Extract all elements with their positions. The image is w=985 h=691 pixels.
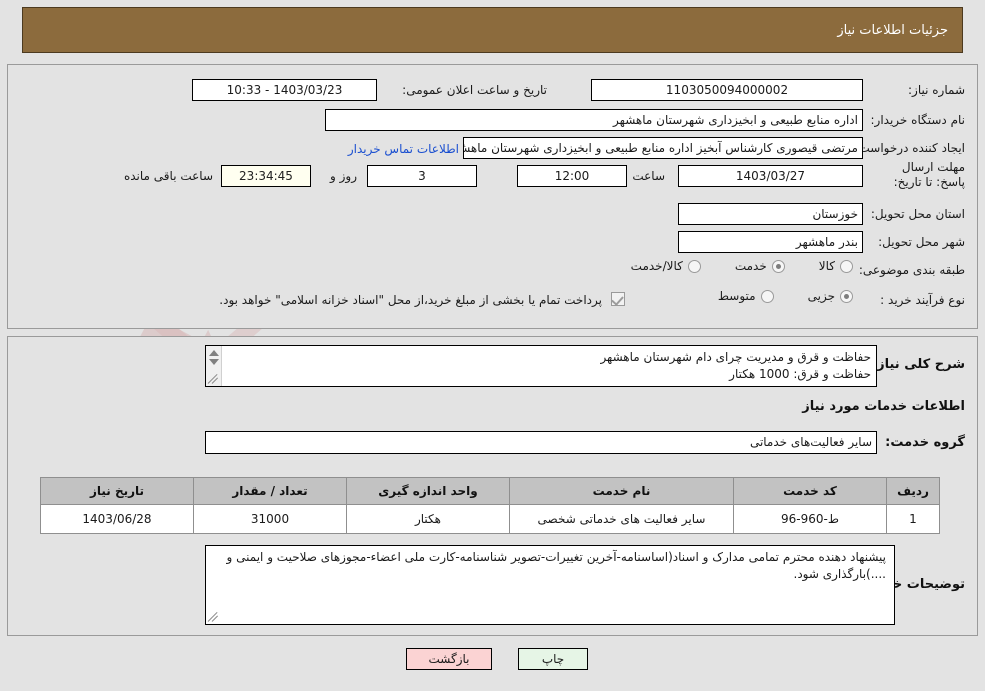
category-option-1[interactable]: خدمت [735, 259, 785, 273]
summary-label: شرح کلی نیاز: [871, 357, 965, 372]
deadline-label: مهلت ارسال پاسخ: تا تاریخ: [893, 160, 965, 189]
process-option-label-0: جزیی [807, 289, 835, 303]
summary-textarea-value: حفاظت و قرق و مدیریت چرای دام شهرستان ما… [600, 350, 871, 381]
process-option-label-1: متوسط [717, 289, 756, 303]
process-option-1[interactable]: متوسط [718, 289, 774, 303]
service-group-value[interactable]: سایر فعالیت‌های خدماتی [205, 431, 877, 454]
buyer-notes-value: پیشنهاد دهنده محترم تمامی مدارک و اسناد(… [226, 550, 886, 581]
deadline-date-value[interactable]: 1403/03/27 [678, 165, 863, 187]
process-label: نوع فرآیند خرید : [880, 293, 965, 307]
category-radio-icon-1[interactable] [771, 259, 785, 273]
remaining-days-label: روز و [330, 169, 357, 183]
category-option-label-2: کالا/خدمت [630, 259, 683, 273]
table-cell-need-date: 1403/06/28 [40, 504, 194, 534]
services-table: ردیف کد خدمت نام خدمت واحد اندازه گیری تعداد… [40, 477, 940, 534]
summary-resize-handle-icon[interactable] [207, 373, 219, 384]
table-row[interactable]: 1 ط-960-96 سایر فعالیت های خدماتی شخصی هکتا… [40, 504, 940, 534]
category-option-label-0: کالا [818, 259, 835, 273]
buyer-notes-resize-handle-icon[interactable] [207, 611, 219, 622]
table-cell-service-name: سایر فعالیت های خدماتی شخصی [509, 504, 734, 534]
process-option-0[interactable]: جزیی [808, 289, 853, 303]
services-section-title: اطلاعات خدمات مورد نیاز [802, 399, 965, 414]
print-button[interactable]: چاپ [518, 648, 588, 670]
category-option-2[interactable]: کالا/خدمت [631, 259, 701, 273]
treasury-note-text: پرداخت تمام یا بخشی از مبلغ خرید،از محل … [219, 293, 602, 307]
remaining-time-countdown: 23:34:45 [221, 165, 311, 187]
deadline-hour-label: ساعت [632, 169, 665, 183]
table-header-row: ردیف کد خدمت نام خدمت واحد اندازه گیری تعداد… [40, 477, 940, 505]
need-details-panel: شرح کلی نیاز: حفاظت و قرق و مدیریت چرای … [7, 336, 978, 636]
buyer-org-label: نام دستگاه خریدار: [870, 113, 966, 127]
page-header: جزئیات اطلاعات نیاز [22, 7, 963, 53]
buyer-notes-textarea[interactable]: پیشنهاد دهنده محترم تمامی مدارک و اسناد(… [205, 545, 895, 625]
table-column-header-5: تاریخ نیاز [40, 477, 194, 505]
city-label: شهر محل تحویل: [878, 235, 965, 249]
table-cell-unit: هکتار [346, 504, 510, 534]
remaining-days-value[interactable]: 3 [367, 165, 477, 187]
table-column-header-2: نام خدمت [509, 477, 734, 505]
public-announce-value[interactable]: 1403/03/23 - 10:33 [192, 79, 377, 101]
process-radio-icon-1[interactable] [760, 289, 774, 303]
back-button[interactable]: بازگشت [406, 648, 492, 670]
scroll-up-arrow-icon[interactable] [209, 350, 219, 356]
need-number-value[interactable]: 1103050094000002 [591, 79, 863, 101]
service-group-label: گروه خدمت: [885, 435, 965, 450]
scroll-down-arrow-icon[interactable] [209, 359, 219, 365]
deadline-hour-value[interactable]: 12:00 [517, 165, 627, 187]
need-info-panel: شماره نیاز: 1103050094000002 تاریخ و ساع… [7, 64, 978, 329]
table-column-header-3: واحد اندازه گیری [346, 477, 510, 505]
buyer-contact-link[interactable]: اطلاعات تماس خریدار [348, 142, 459, 156]
table-column-header-4: تعداد / مقدار [193, 477, 347, 505]
page-title: جزئیات اطلاعات نیاز [837, 22, 948, 38]
province-value[interactable]: خوزستان [678, 203, 863, 225]
city-value[interactable]: بندر ماهشهر [678, 231, 863, 253]
summary-textarea[interactable]: حفاظت و قرق و مدیریت چرای دام شهرستان ما… [205, 345, 877, 387]
process-radio-group[interactable]: جزیی متوسط [684, 289, 853, 303]
category-radio-group[interactable]: کالا خدمت کالا/خدمت [597, 259, 853, 273]
category-radio-icon-2[interactable] [687, 259, 701, 273]
category-radio-icon-0[interactable] [840, 259, 853, 273]
table-cell-row-no: 1 [886, 504, 940, 534]
table-column-header-0: ردیف [886, 477, 940, 505]
table-cell-service-code: ط-960-96 [733, 504, 887, 534]
need-number-label: شماره نیاز: [908, 83, 965, 97]
creator-value[interactable]: مرتضی قیصوری کارشناس آبخیز اداره منابع ط… [463, 137, 863, 159]
public-announce-label: تاریخ و ساعت اعلان عمومی: [402, 83, 547, 97]
treasury-note-checkbox[interactable] [611, 292, 625, 306]
table-column-header-1: کد خدمت [733, 477, 887, 505]
province-label: استان محل تحویل: [870, 207, 965, 221]
creator-label: ایجاد کننده درخواست: [854, 141, 965, 155]
table-cell-quantity: 31000 [193, 504, 347, 534]
remaining-suffix-label: ساعت باقی مانده [123, 169, 213, 183]
category-option-0[interactable]: کالا [819, 259, 853, 273]
process-radio-icon-0[interactable] [840, 289, 853, 303]
buyer-org-value[interactable]: اداره منابع طبیعی و ابخیزداری شهرستان ما… [325, 109, 863, 131]
category-option-label-1: خدمت [734, 259, 767, 273]
category-label: طبقه بندی موضوعی: [858, 263, 965, 277]
